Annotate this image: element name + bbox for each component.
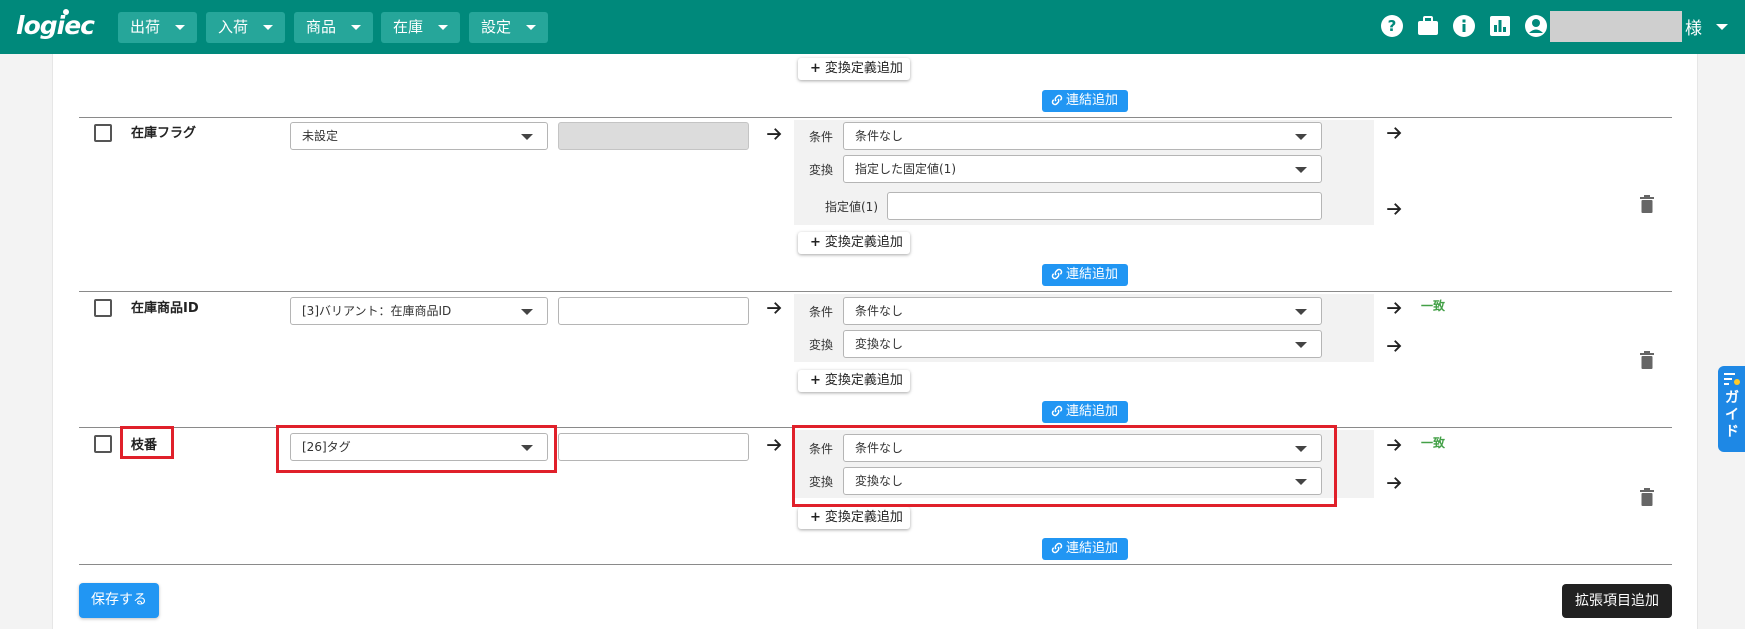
condition-label: 条件 <box>809 130 834 144</box>
add-link-button[interactable]: 連結追加 <box>1042 401 1128 423</box>
save-button[interactable]: 保存する <box>79 583 159 618</box>
row-checkbox[interactable] <box>94 435 112 453</box>
help-icon[interactable]: ? <box>1380 14 1404 38</box>
trash-icon[interactable] <box>1639 351 1655 369</box>
dropdown-arrow-icon <box>521 309 533 315</box>
arrow-right-icon <box>767 439 782 451</box>
dropdown-arrow-icon <box>521 134 533 140</box>
chevron-down-icon <box>526 25 536 30</box>
arrow-right-icon <box>1387 439 1402 451</box>
conversion-select[interactable]: 変換なし <box>843 330 1322 358</box>
top-navbar: logiec 出荷 入荷 商品 在庫 設定 ? 様 <box>0 0 1745 54</box>
conversion-label: 変換 <box>809 338 834 352</box>
highlight-box <box>792 425 1337 507</box>
briefcase-icon[interactable] <box>1416 14 1440 38</box>
highlight-box <box>276 425 557 473</box>
chevron-down-icon <box>351 25 361 30</box>
condition-label: 条件 <box>809 305 834 319</box>
row-divider <box>79 564 1672 565</box>
account-icon[interactable] <box>1524 14 1548 38</box>
nav-inventory[interactable]: 在庫 <box>381 12 460 43</box>
chevron-down-icon <box>438 25 448 30</box>
add-definition-button[interactable]: + 変換定義追加 <box>798 58 910 80</box>
svg-text:?: ? <box>1388 17 1397 35</box>
dropdown-arrow-icon <box>1295 342 1307 348</box>
user-name-redacted <box>1550 11 1682 42</box>
arrow-right-icon <box>1387 302 1402 314</box>
match-label: 一致 <box>1421 299 1446 313</box>
arrow-right-icon <box>1387 127 1402 139</box>
nav-settings[interactable]: 設定 <box>469 12 548 43</box>
guide-tab[interactable]: ガイド <box>1718 366 1745 452</box>
add-definition-button[interactable]: + 変換定義追加 <box>798 232 910 254</box>
chart-icon[interactable] <box>1488 14 1512 38</box>
add-definition-button[interactable]: + 変換定義追加 <box>798 507 910 529</box>
source-param-input[interactable] <box>558 297 749 325</box>
row-divider <box>79 117 1672 118</box>
row-checkbox[interactable] <box>94 124 112 142</box>
user-menu-chevron-icon[interactable] <box>1716 24 1728 30</box>
source-param-input <box>558 122 749 150</box>
link-icon <box>1051 405 1063 417</box>
row-checkbox[interactable] <box>94 299 112 317</box>
info-icon[interactable] <box>1452 14 1476 38</box>
add-link-button[interactable]: 連結追加 <box>1042 90 1128 112</box>
chevron-down-icon <box>263 25 273 30</box>
guide-icon <box>1724 373 1740 385</box>
source-select[interactable]: [3]バリアント：在庫商品ID <box>290 297 548 325</box>
add-link-button[interactable]: 連結追加 <box>1042 264 1128 286</box>
guide-label: ガイド <box>1725 390 1739 440</box>
source-param-input[interactable] <box>558 433 749 461</box>
condition-select[interactable]: 条件なし <box>843 122 1322 150</box>
add-extension-item-button[interactable]: 拡張項目追加 <box>1562 584 1672 618</box>
arrow-right-icon <box>1387 203 1402 215</box>
conversion-label: 変換 <box>809 163 834 177</box>
nav-receiving[interactable]: 入荷 <box>206 12 285 43</box>
conversion-select[interactable]: 指定した固定値(1) <box>843 155 1322 183</box>
dropdown-arrow-icon <box>1295 134 1307 140</box>
highlight-box <box>120 426 174 459</box>
user-suffix: 様 <box>1685 19 1702 39</box>
logo[interactable]: logiec <box>16 9 102 43</box>
row-divider <box>79 291 1672 292</box>
param-label: 指定値(1) <box>825 200 878 214</box>
row-label: 在庫商品ID <box>131 301 199 316</box>
arrow-right-icon <box>1387 477 1402 489</box>
param-value-input[interactable] <box>887 192 1322 220</box>
trash-icon[interactable] <box>1639 195 1655 213</box>
arrow-right-icon <box>1387 340 1402 352</box>
link-icon <box>1051 268 1063 280</box>
row-label: 在庫フラグ <box>131 126 197 141</box>
trash-icon[interactable] <box>1639 488 1655 506</box>
source-select[interactable]: 未設定 <box>290 122 548 150</box>
match-label: 一致 <box>1421 436 1446 450</box>
link-icon <box>1051 94 1063 106</box>
link-icon <box>1051 542 1063 554</box>
add-link-button[interactable]: 連結追加 <box>1042 538 1128 560</box>
arrow-right-icon <box>767 128 782 140</box>
chevron-down-icon <box>175 25 185 30</box>
add-definition-button[interactable]: + 変換定義追加 <box>798 370 910 392</box>
dropdown-arrow-icon <box>1295 309 1307 315</box>
arrow-right-icon <box>767 302 782 314</box>
dropdown-arrow-icon <box>1295 167 1307 173</box>
nav-products[interactable]: 商品 <box>294 12 373 43</box>
condition-select[interactable]: 条件なし <box>843 297 1322 325</box>
nav-shipping[interactable]: 出荷 <box>118 12 197 43</box>
